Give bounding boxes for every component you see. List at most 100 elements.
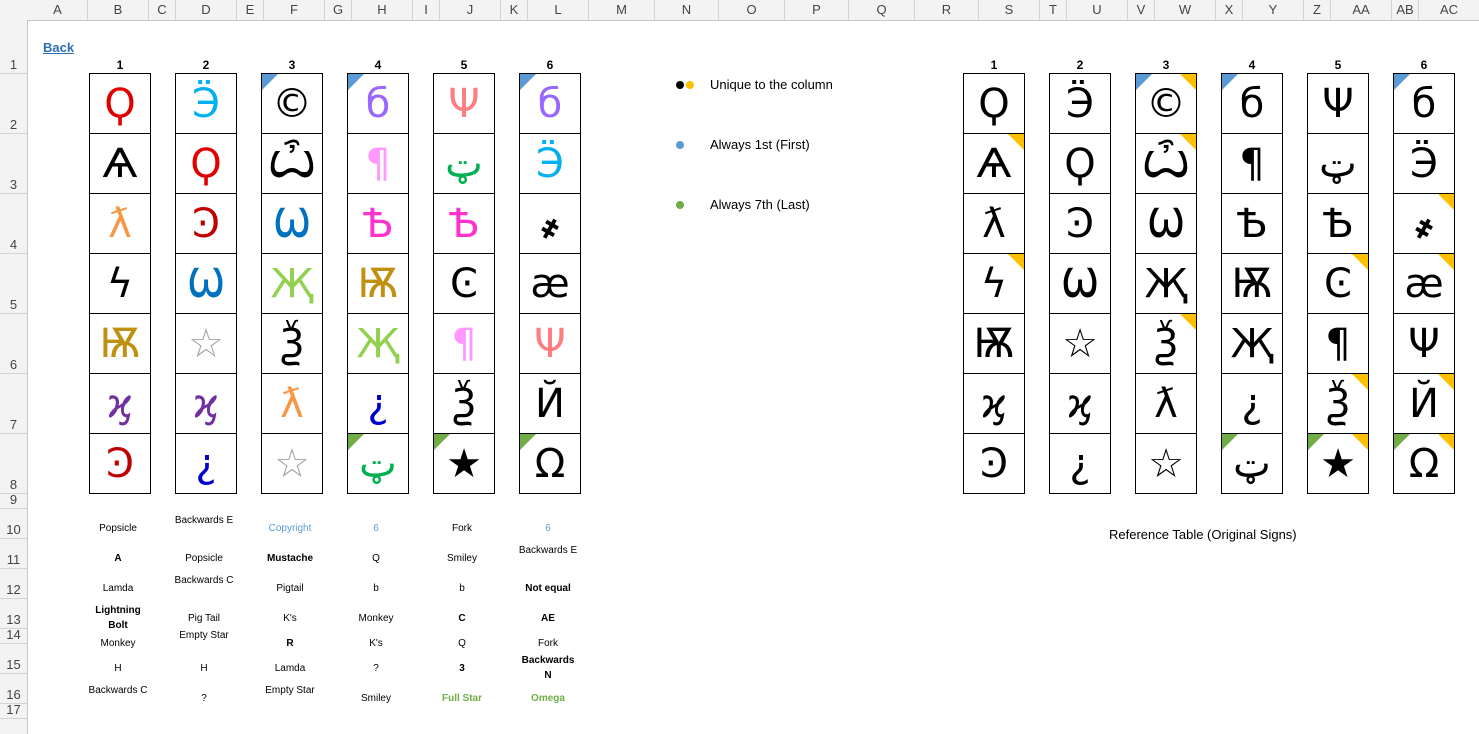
column-header-S[interactable]: S [979, 0, 1040, 20]
reference-cell[interactable]: ☆ [1049, 313, 1111, 374]
reference-cell[interactable]: Җ [1221, 313, 1283, 374]
symbol-cell[interactable]: Й [519, 373, 581, 434]
row-header-3[interactable]: 3 [0, 134, 27, 194]
reference-cell[interactable]: ƛ [963, 193, 1025, 254]
column-header-E[interactable]: E [237, 0, 264, 20]
symbol-cell[interactable]: Ϙ [175, 133, 237, 194]
column-header-W[interactable]: W [1155, 0, 1216, 20]
reference-cell[interactable]: Ѯ [1135, 313, 1197, 374]
reference-cell[interactable]: ¿ [1049, 433, 1111, 494]
reference-cell[interactable]: ☆ [1135, 433, 1197, 494]
symbol-cell[interactable]: Ӭ [175, 73, 237, 134]
symbol-cell[interactable]: ¿ [175, 433, 237, 494]
reference-cell[interactable]: ¿ [1221, 373, 1283, 434]
symbol-cell[interactable]: æ [519, 253, 581, 314]
column-header-X[interactable]: X [1216, 0, 1243, 20]
symbol-cell[interactable]: Ѣ [347, 193, 409, 254]
row-header-6[interactable]: 6 [0, 314, 27, 374]
row-header-10[interactable]: 10 [0, 509, 27, 539]
symbol-cell[interactable]: Ω [519, 433, 581, 494]
symbol-cell[interactable]: ϗ [175, 373, 237, 434]
back-link[interactable]: Back [43, 40, 74, 55]
column-header-AA[interactable]: AA [1331, 0, 1392, 20]
row-header-2[interactable]: 2 [0, 74, 27, 134]
reference-cell[interactable]: Ψ [1393, 313, 1455, 374]
symbol-cell[interactable]: Җ [347, 313, 409, 374]
symbol-cell[interactable]: Ψ [519, 313, 581, 374]
reference-cell[interactable]: Ͽ [1049, 193, 1111, 254]
symbol-cell[interactable]: ☆ [175, 313, 237, 374]
column-header-V[interactable]: V [1128, 0, 1155, 20]
symbol-cell[interactable]: © [261, 73, 323, 134]
column-header-R[interactable]: R [915, 0, 979, 20]
symbol-cell[interactable]: Ѡ [261, 193, 323, 254]
row-header-16[interactable]: 16 [0, 674, 27, 704]
column-header-P[interactable]: P [785, 0, 849, 20]
column-header-A[interactable]: A [28, 0, 88, 20]
column-header-N[interactable]: N [655, 0, 719, 20]
row-header-12[interactable]: 12 [0, 569, 27, 599]
row-header-15[interactable]: 15 [0, 644, 27, 674]
column-header-F[interactable]: F [264, 0, 325, 20]
row-header-13[interactable]: 13 [0, 599, 27, 629]
reference-cell[interactable]: Ψ [1307, 73, 1369, 134]
symbol-cell[interactable]: ☆ [261, 433, 323, 494]
symbol-cell[interactable]: Ѭ [89, 313, 151, 374]
symbol-cell[interactable]: б [519, 73, 581, 134]
column-header-Y[interactable]: Y [1243, 0, 1304, 20]
row-header-8[interactable]: 8 [0, 434, 27, 494]
symbol-cell[interactable]: ټ [347, 433, 409, 494]
column-header-Z[interactable]: Z [1304, 0, 1331, 20]
row-header-1[interactable]: 1 [0, 20, 27, 74]
column-header-O[interactable]: O [719, 0, 785, 20]
column-header-C[interactable]: C [149, 0, 176, 20]
column-header-D[interactable]: D [176, 0, 237, 20]
symbol-cell[interactable]: Ѯ [261, 313, 323, 374]
row-header-11[interactable]: 11 [0, 539, 27, 569]
symbol-cell[interactable]: Ͽ [89, 433, 151, 494]
reference-cell[interactable]: ϟ [963, 253, 1025, 314]
column-header-M[interactable]: M [589, 0, 655, 20]
symbol-cell[interactable]: ټ [433, 133, 495, 194]
reference-cell[interactable]: ƛ [1135, 373, 1197, 434]
symbol-cell[interactable]: ƛ [261, 373, 323, 434]
symbol-cell[interactable]: ҂ [519, 193, 581, 254]
column-header-L[interactable]: L [528, 0, 589, 20]
row-header-17[interactable]: 17 [0, 702, 27, 719]
symbol-cell[interactable]: б [347, 73, 409, 134]
column-header-I[interactable]: I [413, 0, 440, 20]
symbol-cell[interactable]: Ѽ [261, 133, 323, 194]
symbol-cell[interactable]: Ͼ [433, 253, 495, 314]
column-header-J[interactable]: J [440, 0, 501, 20]
reference-cell[interactable]: ټ [1307, 133, 1369, 194]
symbol-cell[interactable]: Ϙ [89, 73, 151, 134]
column-header-H[interactable]: H [352, 0, 413, 20]
symbol-cell[interactable]: ϗ [89, 373, 151, 434]
reference-cell[interactable]: Й [1393, 373, 1455, 434]
symbol-cell[interactable]: ★ [433, 433, 495, 494]
reference-cell[interactable]: Ѽ [1135, 133, 1197, 194]
reference-cell[interactable]: Ͽ [963, 433, 1025, 494]
reference-cell[interactable]: © [1135, 73, 1197, 134]
reference-cell[interactable]: Ϙ [963, 73, 1025, 134]
column-header-U[interactable]: U [1067, 0, 1128, 20]
reference-cell[interactable]: Ӭ [1049, 73, 1111, 134]
reference-cell[interactable]: б [1393, 73, 1455, 134]
symbol-cell[interactable]: ¶ [347, 133, 409, 194]
reference-cell[interactable]: æ [1393, 253, 1455, 314]
column-header-K[interactable]: K [501, 0, 528, 20]
symbol-cell[interactable]: Ѧ [89, 133, 151, 194]
symbol-cell[interactable]: Җ [261, 253, 323, 314]
symbol-cell[interactable]: Ѡ [175, 253, 237, 314]
reference-cell[interactable]: Ω [1393, 433, 1455, 494]
row-header-7[interactable]: 7 [0, 374, 27, 434]
symbol-cell[interactable]: Ѣ [433, 193, 495, 254]
column-header-G[interactable]: G [325, 0, 352, 20]
reference-cell[interactable]: Ѡ [1135, 193, 1197, 254]
reference-cell[interactable]: Ͼ [1307, 253, 1369, 314]
column-header-AB[interactable]: AB [1392, 0, 1419, 20]
reference-cell[interactable]: ϗ [963, 373, 1025, 434]
reference-cell[interactable]: Ѧ [963, 133, 1025, 194]
reference-cell[interactable]: Ӭ [1393, 133, 1455, 194]
column-header-AC[interactable]: AC [1419, 0, 1479, 20]
